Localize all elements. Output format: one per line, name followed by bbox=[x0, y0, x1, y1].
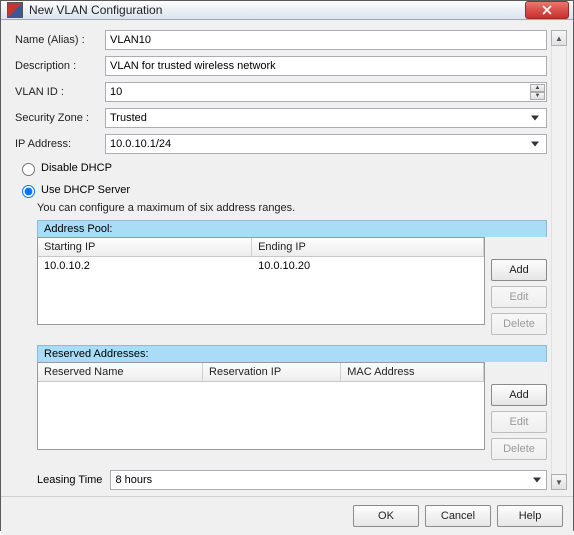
form-column: Name (Alias) : VLAN10 Description : VLAN… bbox=[15, 30, 549, 490]
close-icon bbox=[542, 5, 552, 15]
window-title: New VLAN Configuration bbox=[29, 3, 525, 17]
reserved-edit-button[interactable]: Edit bbox=[491, 411, 547, 433]
cell-starting-ip: 10.0.10.2 bbox=[38, 257, 252, 275]
leasing-row: Leasing Time 8 hours bbox=[37, 470, 547, 490]
ip-address-value: 10.0.10.1/24 bbox=[110, 138, 171, 150]
spin-down-icon[interactable]: ▼ bbox=[530, 92, 545, 100]
use-dhcp-label: Use DHCP Server bbox=[41, 184, 130, 196]
reserved-addresses-header: Reserved Addresses: bbox=[37, 345, 547, 362]
leasing-value: 8 hours bbox=[115, 474, 152, 486]
dhcp-note: You can configure a maximum of six addre… bbox=[37, 202, 547, 214]
scroll-down-button[interactable]: ▼ bbox=[551, 474, 567, 490]
name-label: Name (Alias) : bbox=[15, 34, 105, 46]
pool-add-button[interactable]: Add bbox=[491, 259, 547, 281]
col-ending-ip[interactable]: Ending IP bbox=[252, 238, 484, 256]
close-button[interactable] bbox=[525, 1, 569, 19]
table-row[interactable]: 10.0.10.2 10.0.10.20 bbox=[38, 257, 484, 275]
col-mac-address[interactable]: MAC Address bbox=[341, 363, 484, 381]
dialog-footer: OK Cancel Help bbox=[1, 496, 573, 535]
address-pool-buttons: Add Edit Delete bbox=[491, 237, 547, 335]
address-pool-tbody: 10.0.10.2 10.0.10.20 bbox=[38, 257, 484, 324]
col-reserved-name[interactable]: Reserved Name bbox=[38, 363, 203, 381]
col-starting-ip[interactable]: Starting IP bbox=[38, 238, 252, 256]
ip-address-label: IP Address: bbox=[15, 138, 105, 150]
ok-button[interactable]: OK bbox=[353, 505, 419, 527]
reserved-buttons: Add Edit Delete bbox=[491, 362, 547, 460]
address-pool-section: Starting IP Ending IP 10.0.10.2 10.0.10.… bbox=[37, 237, 547, 335]
row-name: Name (Alias) : VLAN10 bbox=[15, 30, 547, 50]
reserved-add-button[interactable]: Add bbox=[491, 384, 547, 406]
row-ip-address: IP Address: 10.0.10.1/24 bbox=[15, 134, 547, 154]
disable-dhcp-label: Disable DHCP bbox=[41, 162, 112, 174]
vertical-scrollbar[interactable]: ▲ ▼ bbox=[551, 30, 567, 490]
address-pool-thead: Starting IP Ending IP bbox=[38, 238, 484, 257]
content-area: Name (Alias) : VLAN10 Description : VLAN… bbox=[1, 20, 573, 496]
help-button[interactable]: Help bbox=[497, 505, 563, 527]
cancel-button[interactable]: Cancel bbox=[425, 505, 491, 527]
vlan-id-input[interactable]: 10 ▲ ▼ bbox=[105, 82, 547, 102]
security-zone-value: Trusted bbox=[110, 112, 147, 124]
disable-dhcp-input[interactable] bbox=[22, 163, 35, 176]
use-dhcp-input[interactable] bbox=[22, 185, 35, 198]
row-vlan-id: VLAN ID : 10 ▲ ▼ bbox=[15, 82, 547, 102]
scroll-up-button[interactable]: ▲ bbox=[551, 30, 567, 46]
name-value: VLAN10 bbox=[110, 34, 151, 46]
pool-edit-button[interactable]: Edit bbox=[491, 286, 547, 308]
security-zone-select[interactable]: Trusted bbox=[105, 108, 547, 128]
col-reservation-ip[interactable]: Reservation IP bbox=[203, 363, 341, 381]
row-description: Description : VLAN for trusted wireless … bbox=[15, 56, 547, 76]
reserved-addresses-table[interactable]: Reserved Name Reservation IP MAC Address bbox=[37, 362, 485, 450]
app-icon bbox=[7, 2, 23, 18]
cell-ending-ip: 10.0.10.20 bbox=[252, 257, 484, 275]
use-dhcp-radio[interactable]: Use DHCP Server bbox=[17, 182, 547, 198]
leasing-label: Leasing Time bbox=[37, 474, 102, 486]
address-pool-table[interactable]: Starting IP Ending IP 10.0.10.2 10.0.10.… bbox=[37, 237, 485, 325]
pool-delete-button[interactable]: Delete bbox=[491, 313, 547, 335]
titlebar: New VLAN Configuration bbox=[1, 1, 573, 20]
disable-dhcp-radio[interactable]: Disable DHCP bbox=[17, 160, 547, 176]
reserved-addresses-section: Reserved Name Reservation IP MAC Address… bbox=[37, 362, 547, 460]
description-input[interactable]: VLAN for trusted wireless network bbox=[105, 56, 547, 76]
ip-address-select[interactable]: 10.0.10.1/24 bbox=[105, 134, 547, 154]
reserved-delete-button[interactable]: Delete bbox=[491, 438, 547, 460]
spin-up-icon[interactable]: ▲ bbox=[530, 84, 545, 92]
vlan-id-value: 10 bbox=[110, 86, 122, 98]
vlan-id-spinner[interactable]: ▲ ▼ bbox=[530, 84, 545, 100]
description-label: Description : bbox=[15, 60, 105, 72]
dialog-window: New VLAN Configuration Name (Alias) : VL… bbox=[0, 0, 574, 531]
vlan-id-label: VLAN ID : bbox=[15, 86, 105, 98]
reserved-thead: Reserved Name Reservation IP MAC Address bbox=[38, 363, 484, 382]
security-zone-label: Security Zone : bbox=[15, 112, 105, 124]
row-security-zone: Security Zone : Trusted bbox=[15, 108, 547, 128]
reserved-tbody bbox=[38, 382, 484, 449]
description-value: VLAN for trusted wireless network bbox=[110, 60, 276, 72]
scroll-track[interactable] bbox=[551, 46, 567, 474]
leasing-select[interactable]: 8 hours bbox=[110, 470, 547, 490]
name-input[interactable]: VLAN10 bbox=[105, 30, 547, 50]
address-pool-header: Address Pool: bbox=[37, 220, 547, 237]
